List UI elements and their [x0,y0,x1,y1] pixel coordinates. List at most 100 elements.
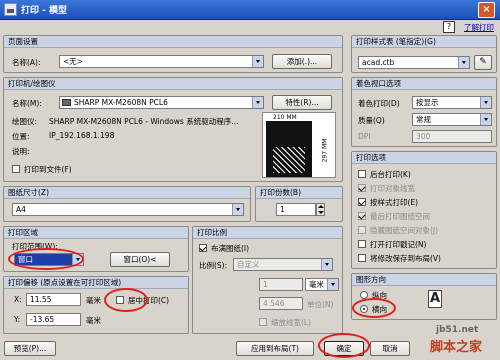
plot-option-label: 打印对象线宽 [370,184,415,193]
page-setup-name-select[interactable]: <无> [59,55,264,68]
plot-style-group: 打印样式表 (笔指定)(G) acad.ctb ✎ [351,35,497,73]
plot-option-label: 将修改保存到布局(V) [370,254,441,263]
plot-offset-header: 打印偏移 (原点设置在可打印区域) [4,277,188,289]
page-setup-group: 页面设置 名称(A): <无> 添加(.)... [3,35,343,73]
preview-height: 297 MM [321,138,329,163]
paper-size-select[interactable]: A4 [12,203,244,216]
printer-group: 打印机/绘图仪 名称(M): SHARP MX-M2608N PCL6 特性(R… [3,77,343,182]
chevron-down-icon [458,57,469,68]
offset-y-field[interactable]: -13.65 [26,313,81,326]
printer-header: 打印机/绘图仪 [4,78,342,90]
window-select-button[interactable]: 窗口(O)< [110,252,170,267]
chevron-down-icon [252,56,263,67]
print-to-file-label: 打印到文件(F) [24,165,72,174]
paper-size-group: 图纸尺寸(Z) A4 [3,186,251,222]
shaded-viewport-header: 着色视口选项 [352,78,496,90]
annotation-circle-ok [318,333,370,358]
watermark-url: jb51.net [436,325,479,335]
orientation-preview-icon: A [428,290,442,308]
edit-pen-icon[interactable]: ✎ [474,55,492,70]
paper-sheet [266,121,312,177]
orientation-header: 图形方向 [352,274,496,286]
scale-value-2[interactable]: 4.546 [259,297,303,310]
fit-to-paper-label: 布满图纸(I) [211,244,250,253]
location-value: IP_192.168.1.198 [49,131,115,140]
quality-select[interactable]: 常规 [412,113,492,126]
plot-option-label: 打开打印戳记(N) [370,240,427,249]
printer-name-label: 名称(M): [12,99,42,108]
offset-x-unit: 毫米 [86,296,101,305]
printer-app-icon [4,3,17,16]
title-bar: 打印 - 模型 × [0,0,500,20]
plot-option-checkbox[interactable] [358,184,366,192]
plot-option-checkbox[interactable] [358,254,366,262]
plot-option-label: 最后打印图纸空间 [370,212,430,221]
help-icon[interactable]: ? [443,21,455,33]
shade-plot-select[interactable]: 按显示 [412,96,492,109]
print-to-file-checkbox[interactable] [12,165,20,173]
chevron-down-icon [321,259,332,270]
unit-label: 单位(N) [307,300,334,309]
cancel-button[interactable]: 取消 [370,341,410,356]
scale-select[interactable]: 自定义 [233,258,333,271]
offset-x-field[interactable]: 11.55 [26,293,81,306]
printer-name-select[interactable]: SHARP MX-M2608N PCL6 [59,96,264,109]
plot-option-label: 后台打印(K) [370,170,411,179]
dpi-field[interactable]: 300 [412,130,492,143]
plot-scale-group: 打印比例 布满图纸(I) 比例(S): 自定义 1 毫米 4.546 单位(N)… [192,226,343,334]
add-page-setup-button[interactable]: 添加(.)... [272,54,332,69]
close-button[interactable]: × [478,2,495,18]
chevron-down-icon [480,97,491,108]
quality-label: 质量(Q) [358,116,385,125]
offset-x-label: X: [14,295,22,304]
plot-option-checkbox[interactable] [358,212,366,220]
plot-area-header: 打印区域 [4,227,188,239]
plot-option-checkbox[interactable] [358,170,366,178]
shade-plot-label: 着色打印(D) [358,99,400,108]
description-label: 说明: [12,147,30,156]
window-title: 打印 - 模型 [21,6,68,16]
preview-width: 210 MM [273,114,297,121]
chevron-down-icon [327,279,338,290]
printable-area [273,147,305,173]
location-label: 位置: [12,132,30,141]
fit-to-paper-checkbox[interactable] [199,244,207,252]
dpi-label: DPI [358,132,371,141]
plot-options-header: 打印选项 [352,152,496,164]
scale-unit-select[interactable]: 毫米 [305,278,339,291]
page-setup-header: 页面设置 [4,36,342,48]
chevron-down-icon [232,204,243,215]
page-setup-name-label: 名称(A): [12,58,41,67]
watermark-logo-text: 脚本之家 [430,340,483,355]
chevron-down-icon [480,114,491,125]
plot-option-checkbox[interactable] [358,198,366,206]
scale-label: 比例(S): [199,261,228,270]
spin-up-icon [318,205,324,208]
plot-option-label: 按样式打印(E) [370,198,419,207]
scale-value-1[interactable]: 1 [259,278,303,291]
paper-size-header: 图纸尺寸(Z) [4,187,250,199]
annotation-circle-center-plot [104,288,148,312]
copies-spinner[interactable] [316,203,325,216]
copies-field[interactable]: 1 [276,203,316,216]
copies-group: 打印份数(B) 1 [255,186,343,222]
offset-y-unit: 毫米 [86,316,101,325]
spin-down-icon [318,211,324,214]
learn-printing-link[interactable]: 了解打印 [464,22,494,33]
apply-to-layout-button[interactable]: 应用到布局(T) [236,341,314,356]
plotter-value: SHARP MX-M2608N PCL6 - Windows 系统驱动程序... [49,117,239,126]
scale-lineweights-checkbox[interactable] [259,318,267,326]
plot-option-label: 隐藏图纸空间对象(J) [370,226,439,235]
plotter-label: 绘图仪: [12,117,38,126]
shaded-viewport-group: 着色视口选项 着色打印(D) 按显示 质量(Q) 常规 DPI 300 [351,77,497,147]
annotation-circle-landscape [352,298,396,318]
preview-button[interactable]: 预览(P)... [4,341,56,356]
annotation-circle-plot-range [8,248,84,270]
plot-option-checkbox[interactable] [358,226,366,234]
plot-style-header: 打印样式表 (笔指定)(G) [352,36,496,48]
printer-properties-button[interactable]: 特性(R)... [272,95,332,110]
copies-header: 打印份数(B) [256,187,342,199]
paper-preview: 210 MM 297 MM [262,112,336,178]
plot-style-select[interactable]: acad.ctb [358,56,470,69]
plot-option-checkbox[interactable] [358,240,366,248]
